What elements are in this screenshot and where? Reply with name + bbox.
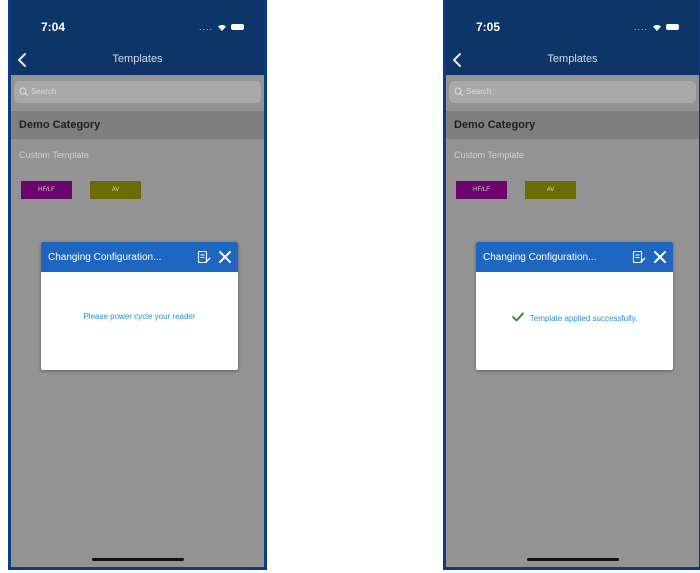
tag-av: AV bbox=[90, 181, 141, 199]
template-item[interactable]: Custom Template bbox=[19, 150, 89, 160]
phone-screen-right: 7:05 .... Templates Search Demo Category… bbox=[443, 0, 700, 570]
tag-hf-lf: HF/LF bbox=[21, 181, 72, 199]
close-icon[interactable] bbox=[654, 251, 666, 263]
tag-hf-lf: HF/LF bbox=[456, 181, 507, 199]
config-dialog: Changing Configuration... Please power c… bbox=[41, 242, 238, 370]
battery-icon bbox=[666, 24, 679, 30]
signal-icon: .... bbox=[198, 22, 213, 32]
category-header: Demo Category bbox=[446, 111, 699, 139]
search-placeholder: Search bbox=[466, 87, 492, 96]
category-header: Demo Category bbox=[11, 111, 264, 139]
search-input[interactable]: Search bbox=[449, 81, 696, 103]
page-title: Templates bbox=[547, 53, 598, 65]
wifi-icon bbox=[653, 24, 661, 31]
nav-bar: Templates bbox=[11, 45, 264, 75]
page-title: Templates bbox=[112, 53, 163, 65]
dialog-message-text: Template applied successfully. bbox=[529, 314, 638, 323]
home-indicator[interactable] bbox=[91, 558, 184, 561]
signal-icon: .... bbox=[633, 22, 648, 32]
document-log-icon[interactable] bbox=[197, 250, 211, 264]
dialog-message: Please power cycle your reader bbox=[41, 312, 238, 321]
system-icons: .... bbox=[634, 22, 679, 32]
template-item[interactable]: Custom Template bbox=[454, 150, 524, 160]
category-title: Demo Category bbox=[454, 119, 536, 131]
document-log-icon[interactable] bbox=[632, 250, 646, 264]
tag-av: AV bbox=[525, 181, 576, 199]
phone-screen-left: 7:04 .... Templates Search Demo Category… bbox=[8, 0, 267, 570]
search-input[interactable]: Search bbox=[14, 81, 261, 103]
dialog-message: Template applied successfully. bbox=[476, 312, 673, 323]
checkmark-icon bbox=[511, 312, 524, 322]
config-dialog: Changing Configuration... Template appli… bbox=[476, 242, 673, 370]
search-icon bbox=[19, 87, 29, 97]
status-bar: 7:05 .... bbox=[446, 0, 699, 45]
dialog-title: Changing Configuration... bbox=[48, 252, 162, 263]
search-icon bbox=[454, 87, 464, 97]
category-title: Demo Category bbox=[19, 119, 101, 131]
dialog-message-text: Please power cycle your reader bbox=[83, 312, 196, 321]
search-placeholder: Search bbox=[31, 87, 57, 96]
status-time: 7:05 bbox=[476, 20, 501, 34]
status-time: 7:04 bbox=[41, 20, 66, 34]
wifi-icon bbox=[218, 24, 226, 31]
dialog-title: Changing Configuration... bbox=[483, 252, 597, 263]
home-indicator[interactable] bbox=[526, 558, 619, 561]
system-icons: .... bbox=[199, 22, 244, 32]
close-icon[interactable] bbox=[219, 251, 231, 263]
dialog-header: Changing Configuration... bbox=[476, 242, 673, 272]
dialog-header: Changing Configuration... bbox=[41, 242, 238, 272]
nav-bar: Templates bbox=[446, 45, 699, 75]
status-bar: 7:04 .... bbox=[11, 0, 264, 45]
battery-icon bbox=[231, 24, 244, 30]
